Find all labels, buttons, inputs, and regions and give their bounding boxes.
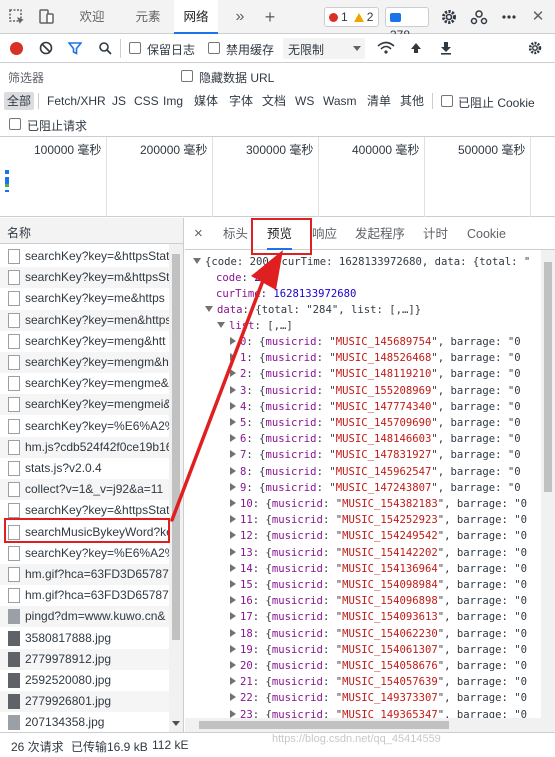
annotation-arrow (170, 250, 283, 522)
